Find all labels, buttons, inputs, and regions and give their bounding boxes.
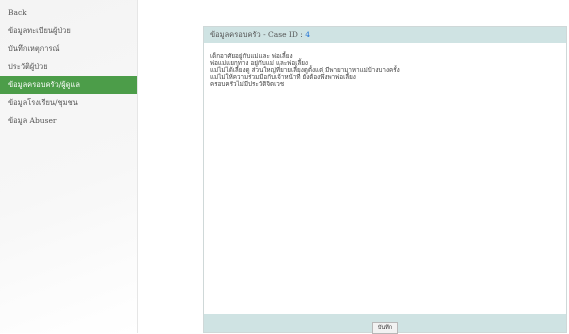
note-line: พ่อแม่แยกทาง อยู่กับแม่ และพ่อเลี้ยง: [210, 60, 308, 67]
panel-title: ข้อมูลครอบครัว - Case ID :: [210, 30, 306, 39]
note-line: ครอบครัวไม่มีประวัติจิตเวช: [210, 81, 285, 88]
family-info-panel: ข้อมูลครอบครัว - Case ID : 4 เด็กอาศัยอย…: [203, 26, 567, 334]
save-button[interactable]: บันทึก: [371, 322, 399, 334]
sidebar-item-back[interactable]: Back: [0, 4, 137, 22]
sidebar-item-patient-registration[interactable]: ข้อมูลทะเบียนผู้ป่วย: [0, 22, 137, 40]
sidebar-item-school-community[interactable]: ข้อมูลโรงเรียน/ชุมชน: [0, 94, 137, 112]
sidebar-nav: Back ข้อมูลทะเบียนผู้ป่วย บันทึกเหตุการณ…: [0, 0, 138, 333]
family-notes: เด็กอาศัยอยู่กับแม่และ พ่อเลี้ยง พ่อแม่แ…: [204, 43, 566, 314]
sidebar-item-patient-history[interactable]: ประวัติผู้ป่วย: [0, 58, 137, 76]
note-line: แม่ไม่ได้เลี้ยงดู ส่วนใหญ่ที่ยายเลี้ยงดู…: [210, 67, 400, 74]
sidebar-item-incident-record[interactable]: บันทึกเหตุการณ์: [0, 40, 137, 58]
sidebar-item-family-caregiver[interactable]: ข้อมูลครอบครัว/ผู้ดูแล: [0, 76, 137, 94]
note-line: แม่ไม่ให้ความร่วมมือกับเจ้าหน้าที่ ยังต้…: [210, 74, 356, 81]
sidebar-item-abuser[interactable]: ข้อมูล Abuser: [0, 112, 137, 130]
panel-header: ข้อมูลครอบครัว - Case ID : 4: [204, 27, 566, 43]
note-line: เด็กอาศัยอยู่กับแม่และ พ่อเลี้ยง: [210, 53, 293, 60]
case-id-value: 4: [305, 30, 310, 39]
panel-footer: บันทึก: [204, 314, 566, 334]
